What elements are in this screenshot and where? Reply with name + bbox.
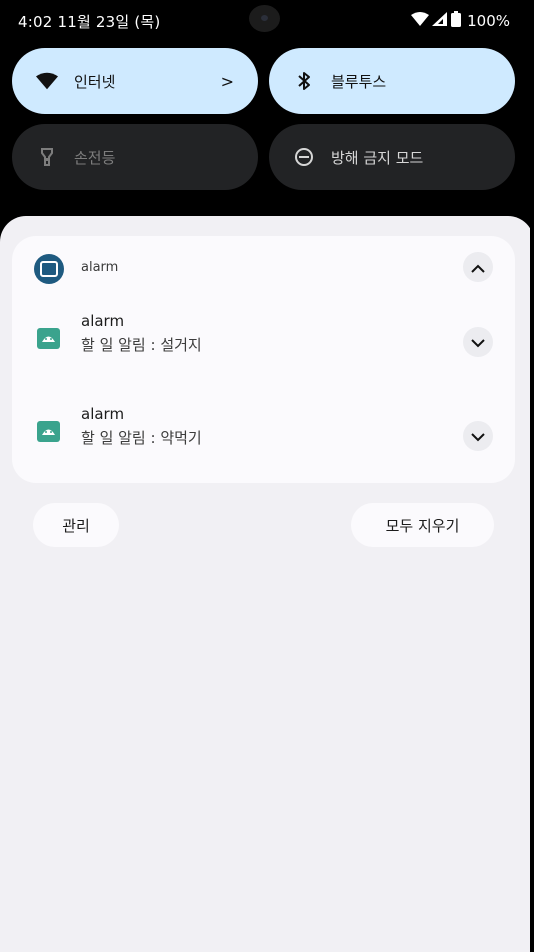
collapse-group-button[interactable] [463,252,493,282]
wifi-status-icon [411,12,430,30]
bluetooth-icon [293,70,315,92]
chevron-up-icon [471,258,485,277]
screen-edge [530,216,534,952]
signal-icon [432,12,448,30]
notification-group-card[interactable]: alarm alarm 할 일 알림 : 설거지 alarm 할 일 알림: … [12,236,515,483]
tile-internet-label: 인터넷 [74,72,116,91]
notification-text: 할 일 알림 : 약먹기 [81,429,202,447]
tile-bluetooth-label: 블루투스 [331,72,387,91]
status-icons: 100% [411,11,510,31]
tile-do-not-disturb[interactable]: 방해 금지 모드 [269,124,515,190]
chevron-down-icon [471,427,485,446]
notification-title: alarm [81,312,125,330]
battery-icon [451,11,462,31]
battery-percent: 100% [467,12,510,30]
notification-item[interactable]: alarm 할 일 알림 : 설거지 [12,306,515,376]
group-app-name: alarm [81,260,119,275]
notification-title: alarm [81,405,125,423]
expand-notification-button[interactable] [463,421,493,451]
do-not-disturb-icon [293,146,315,168]
app-icon [34,254,64,284]
status-time-date: 4:02 11월 23일 (목) [18,13,161,31]
tile-flashlight-label: 손전등 [74,148,116,167]
status-bar: 4:02 11월 23일 (목) 100% [0,0,534,44]
notification-text: 할 일 알림 : 설거지 [81,336,202,354]
chevron-right-icon: > [220,71,234,91]
tile-do-not-disturb-label: 방해 금지 모드 [331,148,424,167]
wifi-icon [36,70,58,92]
flashlight-icon [36,146,58,168]
tile-internet[interactable]: 인터넷 > [12,48,258,114]
tile-bluetooth[interactable]: 블루투스 [269,48,515,114]
manage-button[interactable]: 관리 [33,503,119,547]
tile-flashlight[interactable]: 손전등 [12,124,258,190]
front-camera [249,5,280,32]
android-icon [37,421,60,442]
notification-item[interactable]: alarm 할 일 알림 : 약먹기 [12,399,515,469]
clear-all-button[interactable]: 모두 지우기 [351,503,494,547]
expand-notification-button[interactable] [463,327,493,357]
android-icon [37,328,60,349]
notification-panel: alarm alarm 할 일 알림 : 설거지 alarm 할 일 알림: … [0,216,534,952]
chevron-down-icon [471,333,485,352]
